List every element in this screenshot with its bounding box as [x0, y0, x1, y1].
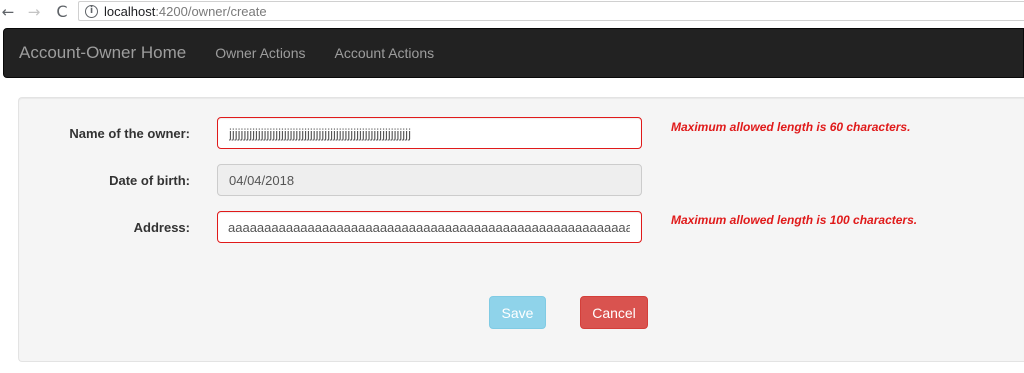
url-text: localhost:4200/owner/create — [104, 4, 267, 19]
reload-icon[interactable]: C — [52, 1, 72, 23]
navbar-brand[interactable]: Account-Owner Home — [19, 43, 186, 63]
date-of-birth-label: Date of birth: — [109, 173, 190, 188]
address-input[interactable] — [217, 211, 642, 243]
nav-account-actions[interactable]: Account Actions — [335, 45, 435, 61]
address-bar[interactable]: i localhost:4200/owner/create — [78, 1, 1024, 21]
browser-toolbar: ← → C i localhost:4200/owner/create — [0, 0, 1024, 24]
nav-owner-actions[interactable]: Owner Actions — [215, 45, 305, 61]
owner-name-label: Name of the owner: — [69, 126, 190, 141]
url-host: localhost — [104, 3, 156, 19]
forward-arrow-icon[interactable]: → — [24, 1, 44, 23]
address-label: Address: — [133, 220, 190, 235]
app-navbar: Account-Owner Home Owner Actions Account… — [3, 28, 1024, 78]
owner-name-error: Maximum allowed length is 60 characters. — [671, 120, 911, 134]
date-of-birth-input — [217, 164, 642, 196]
address-error: Maximum allowed length is 100 characters… — [671, 213, 918, 227]
back-arrow-icon[interactable]: ← — [0, 1, 18, 23]
info-icon[interactable]: i — [85, 4, 98, 18]
save-button[interactable]: Save — [489, 296, 546, 329]
url-path: :4200/owner/create — [155, 3, 267, 19]
owner-name-input[interactable] — [217, 117, 642, 149]
cancel-button[interactable]: Cancel — [580, 296, 648, 329]
